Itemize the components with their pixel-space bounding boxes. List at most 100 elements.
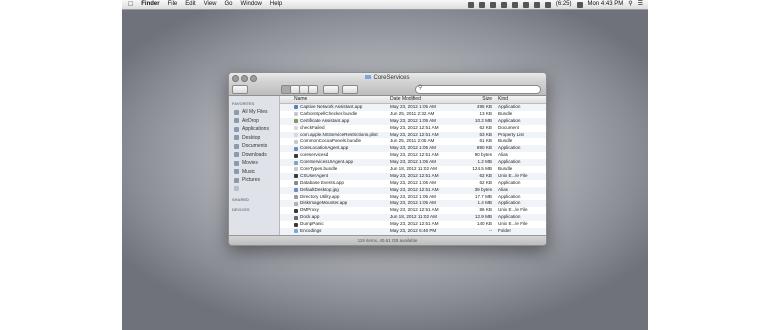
file-row[interactable]: DumpPanic May 23, 2012 12:51 AM 140 KB Unix… [280,221,546,228]
file-name-cell: CommonCocoaPanels.bundle [280,138,390,145]
file-row[interactable]: Certificate Assistant.app May 23, 2012 1:… [280,117,546,125]
file-icon [294,201,298,206]
file-row[interactable]: Captive Network Assistant.app May 23, 201… [280,104,546,111]
file-size: 13 KB [479,110,492,116]
file-row[interactable]: CoreTypes.bundle Jun 18, 2012 11:02 AM 124… [280,166,546,173]
file-kind: Folder [498,228,512,234]
file-icon [294,105,298,110]
file-size: 124.5 MB [472,166,492,172]
sidebar-item-desktop[interactable]: Desktop [229,134,279,143]
file-size: 62 KB [479,124,492,130]
apple-menu-icon[interactable]:  [128,0,133,9]
file-row[interactable]: CSUserAgent May 23, 2012 12:51 AM 62 KB Uni… [280,172,546,180]
sidebar-item-movies[interactable]: Movies [229,159,279,168]
file-kind: Application [498,179,521,185]
file-icon [294,174,298,179]
column-name-header[interactable]: Name [280,96,390,103]
file-row[interactable]: DiskImageMounter.app May 23, 2012 1:05 AM… [280,200,546,208]
twitter-icon[interactable] [489,1,496,8]
file-name-cell: checkFailed [280,125,390,132]
file-kind: Unix E...le File [498,221,528,227]
file-size: 39 bytes [474,186,492,192]
file-row[interactable]: DMProxy May 23, 2012 12:51 AM 86 KB Unix E.… [280,207,546,214]
sidebar: FAVORITES All My Files AirDrop Applicati… [229,96,280,236]
menu-view[interactable]: View [204,0,217,9]
spotlight-icon[interactable]: ⚲ [628,0,632,9]
sidebar-item-music[interactable]: Music [229,168,279,177]
arrange-menu-button[interactable] [342,85,358,94]
file-size: 17.7 MB [474,193,492,199]
menu-file[interactable]: File [168,0,178,9]
search-field[interactable]: ⚲ [415,85,541,94]
file-size: 12.9 MB [474,214,492,220]
file-row[interactable]: DefaultDesktop.jpg May 23, 2012 12:51 AM 3… [280,186,546,194]
file-kind: Application [498,193,521,199]
file-name-cell: Encodings [280,228,390,235]
menu-finder[interactable]: Finder [141,0,159,9]
file-row[interactable]: Directory Utility.app May 23, 2012 1:05 A… [280,194,546,201]
file-size: 1.2 MB [477,159,492,165]
movies-icon [234,160,239,166]
file-icon [294,119,298,124]
file-kind: Application [498,117,521,123]
pictures-icon [234,177,239,183]
sidebar-item-all-my-files[interactable]: All My Files [229,108,279,117]
file-size: 62 KB [479,172,492,178]
file-date: May 23, 2012 12:51 AM [390,207,439,213]
file-row[interactable]: checkFailed May 23, 2012 12:51 AM 62 KB Doc… [280,125,546,132]
action-menu-button[interactable] [323,85,339,94]
downloads-icon [234,152,239,158]
sidebar-item-pictures[interactable]: Pictures [229,176,279,185]
file-row[interactable]: Encodings May 23, 2012 5:46 PM -- Folder [280,228,546,235]
menu-clock[interactable]: Mon 4:43 PM [588,0,624,9]
coverflow-view-button[interactable] [308,85,318,94]
sidebar-item-documents[interactable]: Documents [229,142,279,151]
file-date: Jun 18, 2012 11:02 AM [390,166,437,172]
file-row[interactable]: Dock.app Jun 18, 2012 11:02 AM 12.9 MB Appl… [280,214,546,222]
file-icon [294,133,298,137]
file-row[interactable]: CoreServicesUIAgent.app May 23, 2012 1:05… [280,159,546,167]
file-kind: Alias [498,152,508,158]
bluetooth-icon[interactable] [511,1,518,8]
menu-help[interactable]: Help [270,0,282,9]
file-size: 140 KB [476,221,492,227]
file-name-cell: DiskImageMounter.app [280,200,390,207]
sidebar-item-downloads[interactable]: Downloads [229,151,279,160]
sidebar-item-home[interactable] [229,185,279,194]
zoom-window-button[interactable] [250,75,257,82]
file-size: 86 KB [479,207,492,213]
file-row[interactable]: CoreLocationAgent.app May 23, 2012 1:05 A… [280,145,546,153]
flag-icon[interactable] [576,1,583,8]
wifi-icon[interactable] [522,1,529,8]
file-kind: Bundle [498,166,513,172]
status-menu-icon[interactable] [467,1,474,8]
file-row[interactable]: CommonCocoaPanels.bundle Jun 25, 2011 2:0… [280,138,546,145]
sidebar-item-applications[interactable]: Applications [229,125,279,134]
battery-time: (6:25) [555,1,572,7]
column-date-header[interactable]: Date Modified [390,96,468,103]
column-size-header[interactable]: Size [468,96,498,103]
file-row[interactable]: com.apple.NSServiceRestrictions.plist May… [280,131,546,139]
minimize-window-button[interactable] [241,75,248,82]
file-row[interactable]: Database Events.app May 23, 2012 1:05 AM 6… [280,180,546,187]
file-date: May 23, 2012 5:46 PM [390,228,437,234]
file-row[interactable]: coreservicesd May 23, 2012 12:51 AM 90 byt… [280,152,546,159]
back-forward-buttons[interactable] [232,85,248,94]
sidebar-item-airdrop[interactable]: AirDrop [229,117,279,126]
notification-center-icon[interactable]: ☰ [638,0,643,9]
column-kind-header[interactable]: Kind [498,96,546,103]
dropbox-icon[interactable] [478,1,485,8]
file-name: DefaultDesktop.jpg [300,186,339,192]
file-icon [294,208,298,213]
menu-edit[interactable]: Edit [185,0,195,9]
time-machine-icon[interactable] [500,1,507,8]
title-bar[interactable]: CoreServices [229,73,546,83]
file-row[interactable]: CarbonSpellChecker.bundle Jun 25, 2011 2:… [280,111,546,118]
battery-icon[interactable] [544,1,551,8]
menu-go[interactable]: Go [225,0,233,9]
close-window-button[interactable] [232,75,239,82]
file-name-cell: Captive Network Assistant.app [280,104,390,111]
file-name-cell: Directory Utility.app [280,194,390,201]
volume-icon[interactable] [533,1,540,8]
menu-window[interactable]: Window [241,0,262,9]
